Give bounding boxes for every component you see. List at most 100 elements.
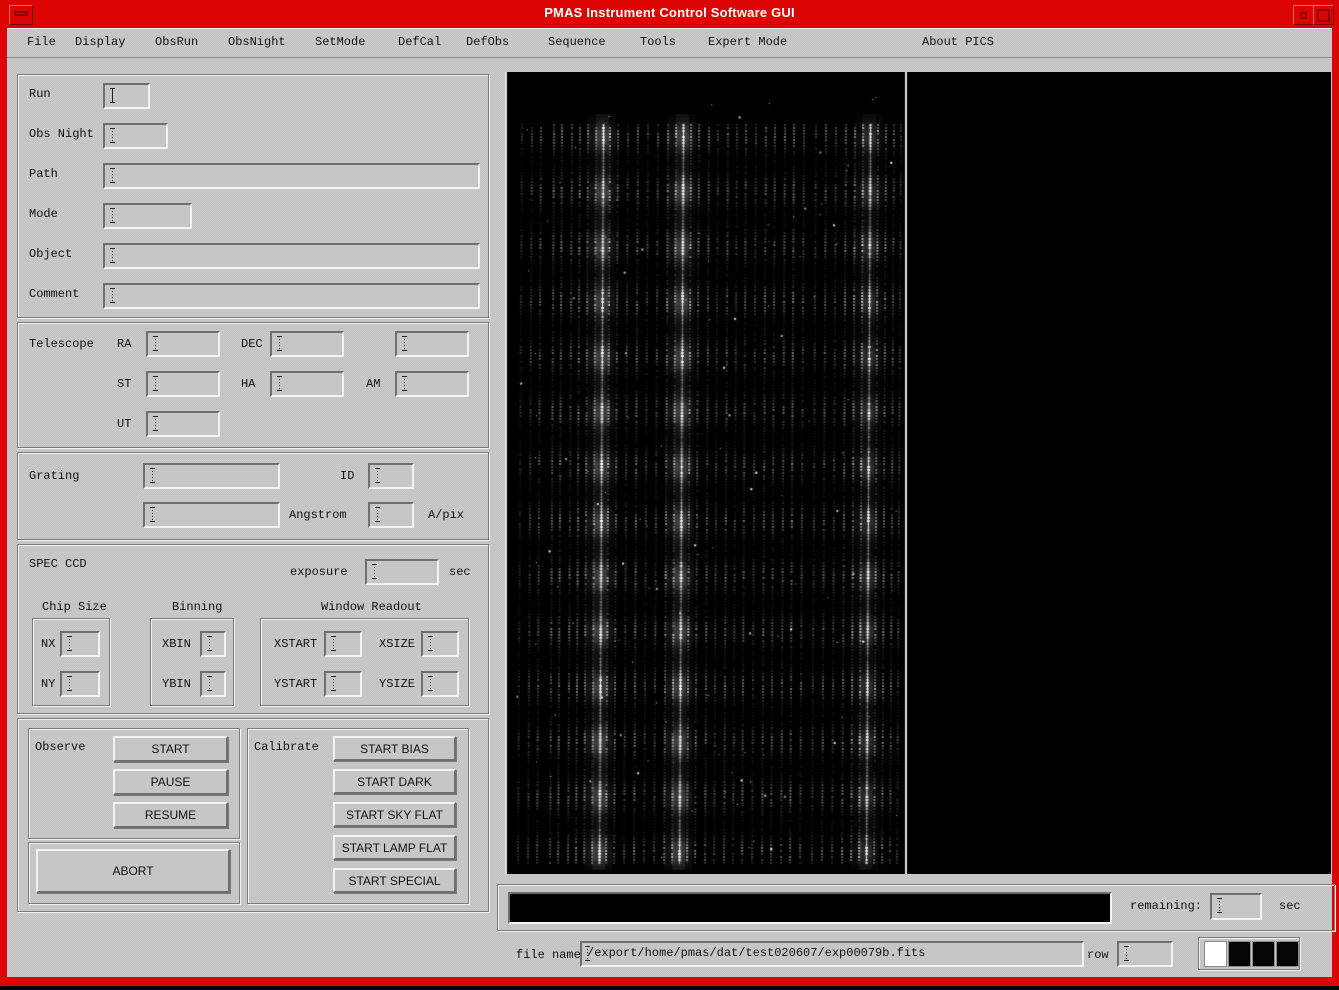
window-title: PMAS Instrument Control Software GUI [0,5,1339,20]
path-label: Path [29,167,58,181]
start-button[interactable]: START [113,736,228,762]
xstart-field[interactable] [324,631,362,657]
text-cursor [152,376,159,391]
start-sky-flat-button[interactable]: START SKY FLAT [333,802,456,827]
nx-field[interactable] [60,631,100,657]
comment-label: Comment [29,287,79,301]
observe-box: Observe START PAUSE RESUME [28,728,240,839]
menu-item-expert-mode[interactable]: Expert Mode [704,28,791,57]
text-cursor [374,468,381,483]
menu-item-about-pics[interactable]: About PICS [918,28,998,57]
apix-label: A/pix [428,508,464,522]
colormap-swatch-black-2[interactable] [1252,941,1275,967]
ny-field[interactable] [60,671,100,697]
xbin-field[interactable] [200,631,226,657]
exposure-field[interactable] [365,559,439,585]
pause-button[interactable]: PAUSE [113,769,228,795]
mode-field[interactable] [103,203,192,229]
start-bias-button[interactable]: START BIAS [333,736,456,761]
object-label: Object [29,247,72,261]
chip-size-title: Chip Size [42,600,107,614]
abort-box: ABORT [28,842,240,904]
text-cursor [66,676,73,691]
dec-label: DEC [241,337,263,351]
maximize-button[interactable] [1313,5,1334,25]
telescope-title: Telescope [29,337,94,351]
spec-ccd-panel: SPEC CCD exposure sec Chip Size NX NY Bi… [17,544,489,714]
remaining-field[interactable] [1210,893,1262,920]
start-special-button[interactable]: START SPECIAL [333,868,456,893]
st-label: ST [117,377,131,391]
minimize-button[interactable] [1293,5,1314,25]
grating-name-field[interactable] [143,463,280,489]
colormap-swatch-black-3[interactable] [1276,941,1299,967]
colormap-swatch-black-1[interactable] [1228,941,1251,967]
colormap-swatch-white[interactable] [1204,941,1227,967]
ra-field[interactable] [146,331,220,357]
grating-id-field[interactable] [368,463,414,489]
menu-item-tools[interactable]: Tools [636,28,680,57]
text-cursor [276,336,283,351]
text-cursor [206,636,213,651]
text-cursor [149,507,156,522]
telescope-panel: Telescope RA DEC ST HA AM UT [17,322,489,448]
menu-item-setmode[interactable]: SetMode [311,28,369,57]
menu-bar: File Display ObsRun ObsNight SetMode Def… [7,28,1332,58]
text-cursor [330,636,337,651]
row-field[interactable] [1117,941,1173,967]
spec-ccd-title: SPEC CCD [29,557,87,571]
text-cursor [109,128,116,143]
grating-central-field[interactable] [143,502,280,528]
menu-item-file[interactable]: File [23,28,60,57]
xsize-label: XSIZE [379,637,415,651]
menu-item-defcal[interactable]: DefCal [394,28,445,57]
xbin-label: XBIN [162,637,191,651]
angstrom-label: Angstrom [289,508,347,522]
grating-id-label: ID [340,469,354,483]
grating-dispersion-field[interactable] [368,502,414,528]
telescope-extra-field[interactable] [395,331,469,357]
text-cursor [109,288,116,303]
start-dark-button[interactable]: START DARK [333,769,456,794]
menu-item-defobs[interactable]: DefObs [462,28,513,57]
nx-label: NX [41,637,55,651]
row-label: row [1087,948,1109,962]
abort-button[interactable]: ABORT [36,849,230,893]
window-readout-title: Window Readout [321,600,422,614]
title-bar[interactable]: PMAS Instrument Control Software GUI [0,0,1339,28]
comment-field[interactable] [103,283,480,309]
xsize-field[interactable] [421,631,459,657]
ybin-field[interactable] [200,671,226,697]
ystart-field[interactable] [324,671,362,697]
obs-night-field[interactable] [103,123,168,149]
ut-field[interactable] [146,411,220,437]
resume-button[interactable]: RESUME [113,802,228,828]
calibrate-box: Calibrate START BIAS START DARK START SK… [247,728,469,904]
exposure-sec-label: sec [449,565,471,579]
ha-field[interactable] [270,371,344,397]
window-readout-box: XSTART XSIZE YSTART YSIZE [260,618,469,706]
am-field[interactable] [395,371,469,397]
maximize-icon [1317,9,1330,22]
exposure-label: exposure [290,565,348,579]
run-field[interactable] [103,83,150,109]
text-cursor [371,564,378,579]
menu-item-display[interactable]: Display [71,28,129,57]
object-field[interactable] [103,243,480,269]
menu-item-obsrun[interactable]: ObsRun [151,28,202,57]
text-cursor [109,248,116,263]
mode-label: Mode [29,207,58,221]
dec-field[interactable] [270,331,344,357]
start-lamp-flat-button[interactable]: START LAMP FLAT [333,835,456,860]
minimize-icon [1300,12,1307,19]
menu-item-sequence[interactable]: Sequence [544,28,610,57]
file-name-field[interactable]: /export/home/pmas/dat/test020607/exp0007… [580,941,1084,967]
ysize-field[interactable] [421,671,459,697]
path-field[interactable] [103,163,480,189]
st-field[interactable] [146,371,220,397]
actions-panel: Observe START PAUSE RESUME ABORT Calibra… [17,718,489,912]
calibrate-title: Calibrate [254,740,319,754]
text-cursor [109,168,116,183]
app-window: PMAS Instrument Control Software GUI Fil… [0,0,1339,986]
menu-item-obsnight[interactable]: ObsNight [224,28,290,57]
